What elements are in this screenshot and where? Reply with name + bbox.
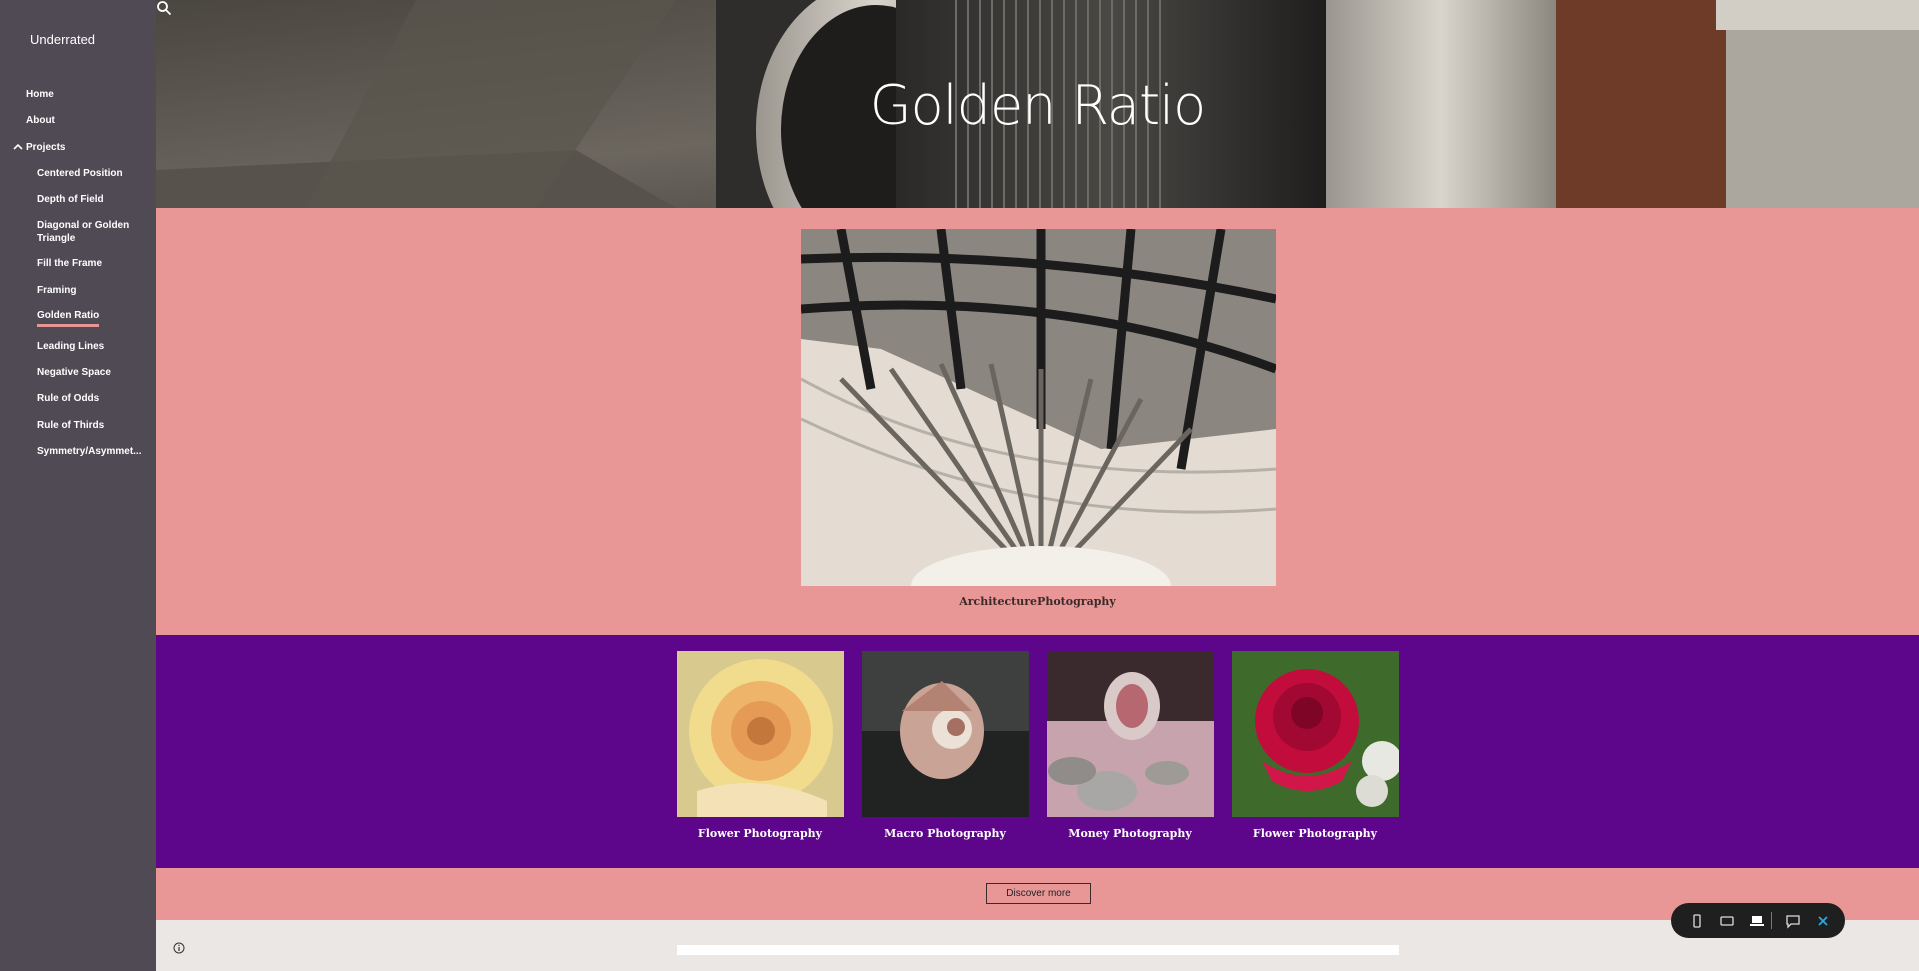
yellow-rose-image (677, 651, 844, 817)
gallery-section: Flower Photography Macro Photography Mon… (156, 635, 1919, 868)
gallery-thumb-1[interactable] (677, 651, 844, 817)
gallery-thumb-2[interactable] (862, 651, 1029, 817)
spiral-staircase-image (801, 229, 1276, 586)
nav-projects[interactable]: Projects (26, 141, 65, 154)
nav-depth-of-field[interactable]: Depth of Field (37, 193, 147, 206)
cta-section: Discover more (156, 868, 1919, 920)
nav-framing[interactable]: Framing (37, 284, 147, 297)
site-title[interactable]: Underrated (30, 32, 95, 47)
nav-leading-lines[interactable]: Leading Lines (37, 340, 147, 353)
nav-rule-of-thirds[interactable]: Rule of Thirds (37, 419, 147, 432)
toolbar-separator (1771, 912, 1772, 929)
laptop-icon[interactable] (1749, 913, 1765, 929)
nav-symmetry-asymmetry[interactable]: Symmetry/Asymmet... (37, 445, 147, 458)
gallery-thumb-4[interactable] (1232, 651, 1399, 817)
search-icon[interactable] (156, 0, 172, 16)
info-icon[interactable] (173, 942, 185, 954)
discover-more-button[interactable]: Discover more (986, 883, 1091, 904)
footer-bar (677, 945, 1399, 955)
chevron-up-icon[interactable] (12, 141, 24, 153)
nav-fill-the-frame[interactable]: Fill the Frame (37, 257, 147, 270)
page-title: Golden Ratio (869, 74, 1206, 137)
preview-toolbar (1671, 903, 1845, 938)
seashell-image (862, 651, 1029, 817)
money-coins-image (1047, 651, 1214, 817)
gallery-caption-4: Flower Photography (1252, 827, 1378, 840)
gallery-caption-1: Flower Photography (697, 827, 823, 840)
nav-golden-ratio[interactable]: Golden Ratio (37, 309, 100, 327)
close-icon[interactable] (1815, 913, 1831, 929)
gallery-caption-3: Money Photography (1068, 827, 1192, 840)
header-banner: Golden Ratio (156, 0, 1919, 208)
sidebar: Underrated Home About Projects Centered … (0, 0, 156, 971)
footer (156, 920, 1919, 971)
feedback-icon[interactable] (1785, 913, 1801, 929)
red-rose-image (1232, 651, 1399, 817)
nav-negative-space[interactable]: Negative Space (37, 366, 147, 379)
nav-diagonal-golden-triangle[interactable]: Diagonal or Golden Triangle (37, 219, 147, 245)
feature-section: ArchitecturePhotography (156, 208, 1919, 635)
gallery-caption-2: Macro Photography (884, 827, 1006, 840)
tablet-icon[interactable] (1719, 913, 1735, 929)
nav-about[interactable]: About (26, 114, 55, 127)
nav-rule-of-odds[interactable]: Rule of Odds (37, 392, 147, 405)
nav-golden-ratio-label: Golden Ratio (37, 309, 100, 327)
nav-centered-position[interactable]: Centered Position (37, 167, 147, 180)
feature-caption: ArchitecturePhotography (959, 595, 1116, 608)
phone-icon[interactable] (1689, 913, 1705, 929)
gallery-thumb-3[interactable] (1047, 651, 1214, 817)
architecture-photo (801, 229, 1276, 586)
nav-home[interactable]: Home (26, 88, 54, 101)
